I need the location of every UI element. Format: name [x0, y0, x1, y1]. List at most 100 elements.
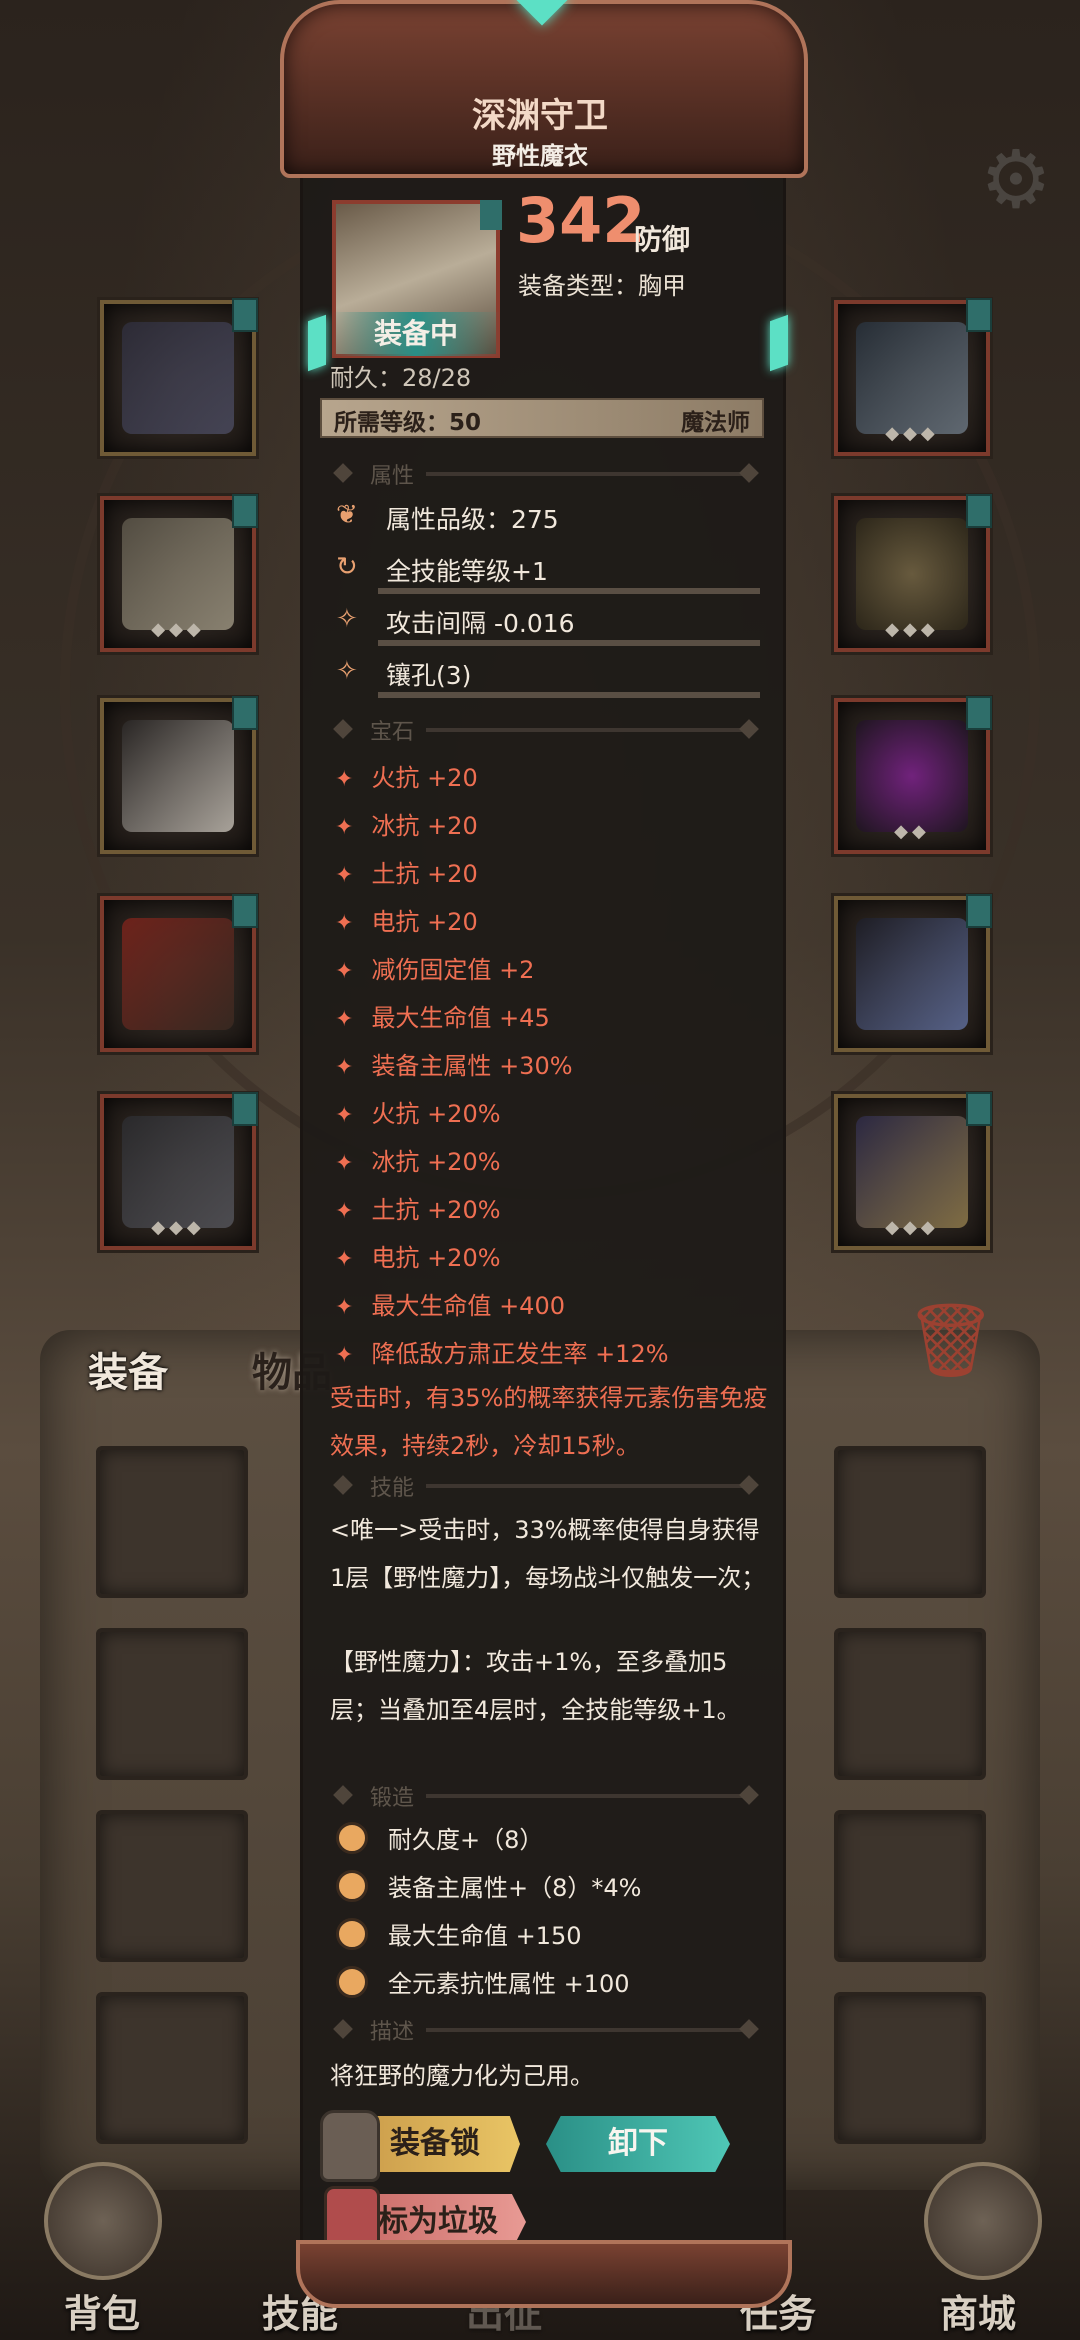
equip-slot-left-1[interactable] [100, 298, 258, 456]
inventory-cell[interactable] [96, 1810, 248, 1962]
star-icon: ✦ [335, 815, 354, 840]
inventory-cell[interactable] [834, 1446, 986, 1598]
star-icon: ✦ [335, 767, 354, 792]
required-class: 魔法师 [681, 410, 750, 436]
equip-slot-right-5[interactable]: ◆◆◆ [834, 1092, 992, 1250]
skill-text-wild-magic: 【野性魔力】：攻击+1%，至多叠加5层；当叠加至4层时，全技能等级+1。 [330, 1648, 741, 1724]
cycle-icon: ↻ [336, 552, 358, 582]
gem-sockets: ◆◆◆ [885, 423, 939, 444]
inventory-cell[interactable] [96, 1446, 248, 1598]
gem-sockets: ◆◆◆ [151, 619, 205, 640]
star-icon: ✦ [335, 1199, 354, 1224]
equip-slot-left-5[interactable]: ◆◆◆ [100, 1092, 258, 1250]
item-subtype: 野性魔衣 [492, 142, 588, 170]
inventory-cell[interactable] [96, 1992, 248, 2144]
gem-stat: ✦ 土抗 +20% [335, 1196, 501, 1224]
equip-slot-right-3[interactable]: ◆◆ [834, 696, 992, 854]
spark-icon: ✧ [336, 656, 358, 686]
attribute-row: ❦ 属性品级：275 [336, 500, 559, 534]
section-header-gems: 宝石 [330, 714, 760, 745]
gem-stat: ✦ 最大生命值 +45 [335, 1004, 550, 1032]
equip-slot-left-3[interactable] [100, 696, 258, 854]
attribute-row: ✧ 攻击间隔 -0.016 [330, 600, 760, 646]
gem-stat: ✦ 装备主属性 +30% [335, 1052, 573, 1080]
item-art [122, 720, 234, 832]
gem-stat: ✦ 降低敌方肃正发生率 +12% [335, 1340, 669, 1368]
forge-dot-icon [336, 1869, 368, 1902]
equipping-badge: 装备中 [332, 312, 500, 356]
star-icon: ✦ [335, 1295, 354, 1320]
inventory-cell[interactable] [834, 1628, 986, 1780]
gem-stat: ✦ 土抗 +20 [335, 860, 478, 888]
gem-sockets: ◆◆ [894, 821, 930, 842]
gem-stat: ✦ 火抗 +20 [335, 764, 478, 792]
skill-text-unique: <唯一>受击时，33%概率使得自身获得1层【野性魔力】，每场战斗仅触发一次； [330, 1516, 766, 1592]
star-icon: ✦ [335, 1247, 354, 1272]
slot-tag [232, 1092, 258, 1126]
star-icon: ✦ [335, 1007, 354, 1032]
inventory-cell[interactable] [834, 1992, 986, 2144]
teal-gem-icon [770, 314, 788, 372]
item-art [122, 1116, 234, 1228]
section-header-description: 描述 [330, 2014, 760, 2045]
star-icon: ✦ [335, 1151, 354, 1176]
equip-slot-left-4[interactable] [100, 894, 258, 1052]
star-icon: ✦ [335, 959, 354, 984]
gem-sockets: ◆◆◆ [885, 1217, 939, 1238]
forge-stat: 全元素抗性属性 +100 [336, 1964, 630, 1999]
forge-dot-icon [336, 1821, 368, 1854]
slot-tag [966, 298, 992, 332]
nav-backpack[interactable]: 背包 [64, 2283, 140, 2338]
teal-gem-icon [516, 0, 568, 26]
item-art [122, 518, 234, 630]
item-art [856, 918, 968, 1030]
equip-slot-left-2[interactable]: ◆◆◆ [100, 494, 258, 652]
gem-sockets: ◆◆◆ [885, 619, 939, 640]
forge-stat: 装备主属性+（8）*4% [336, 1868, 641, 1903]
star-icon: ✦ [335, 1343, 354, 1368]
forge-stat: 最大生命值 +150 [336, 1916, 582, 1951]
teal-gem-icon [308, 314, 326, 372]
backpack-icon[interactable] [44, 2162, 162, 2280]
trash-icon[interactable]: 🗑 [905, 1300, 996, 1380]
slot-tag [232, 298, 258, 332]
item-art [856, 518, 968, 630]
slot-tag [232, 696, 258, 730]
gem-stat: ✦ 电抗 +20 [335, 908, 478, 936]
shop-icon[interactable] [924, 2162, 1042, 2280]
inventory-cell[interactable] [834, 1810, 986, 1962]
forge-dot-icon [336, 1965, 368, 1998]
equip-slot-right-1[interactable]: ◆◆◆ [834, 298, 992, 456]
gem-stat: ✦ 减伤固定值 +2 [335, 956, 535, 984]
forge-dot-icon [336, 1917, 368, 1950]
section-header-attributes: 属性 [330, 458, 760, 489]
star-icon: ✦ [335, 911, 354, 936]
gem-stat: ✦ 火抗 +20% [335, 1100, 501, 1128]
item-name: 深渊守卫 [472, 96, 608, 136]
gem-sockets: ◆◆◆ [151, 1217, 205, 1238]
slot-tag [480, 200, 502, 230]
inventory-cell[interactable] [96, 1628, 248, 1780]
lotus-icon: ❦ [336, 500, 358, 530]
item-art [122, 918, 234, 1030]
slot-tag [232, 494, 258, 528]
gem-stat: ✦ 电抗 +20% [335, 1244, 501, 1272]
item-art [122, 322, 234, 434]
tab-equipment[interactable]: 装备 [88, 1340, 168, 1398]
slot-tag [966, 696, 992, 730]
defense-value: 342 [516, 184, 646, 257]
tooltip-footer-frame [296, 2240, 792, 2308]
gem-effect-text: 受击时，有35%的概率获得元素伤害免疫效果，持续2秒，冷却15秒。 [330, 1384, 768, 1460]
unequip-button[interactable]: 卸下 [546, 2116, 730, 2172]
item-art [856, 1116, 968, 1228]
gem-stat: ✦ 冰抗 +20 [335, 812, 478, 840]
lock-icon [320, 2110, 380, 2182]
nav-shop[interactable]: 商城 [940, 2283, 1016, 2338]
equip-slot-right-2[interactable]: ◆◆◆ [834, 494, 992, 652]
spark-icon: ✧ [336, 604, 358, 634]
item-art [856, 322, 968, 434]
settings-gear-icon[interactable]: ⚙ [976, 140, 1056, 220]
star-icon: ✦ [335, 1055, 354, 1080]
slot-tag [966, 1092, 992, 1126]
equip-slot-right-4[interactable] [834, 894, 992, 1052]
